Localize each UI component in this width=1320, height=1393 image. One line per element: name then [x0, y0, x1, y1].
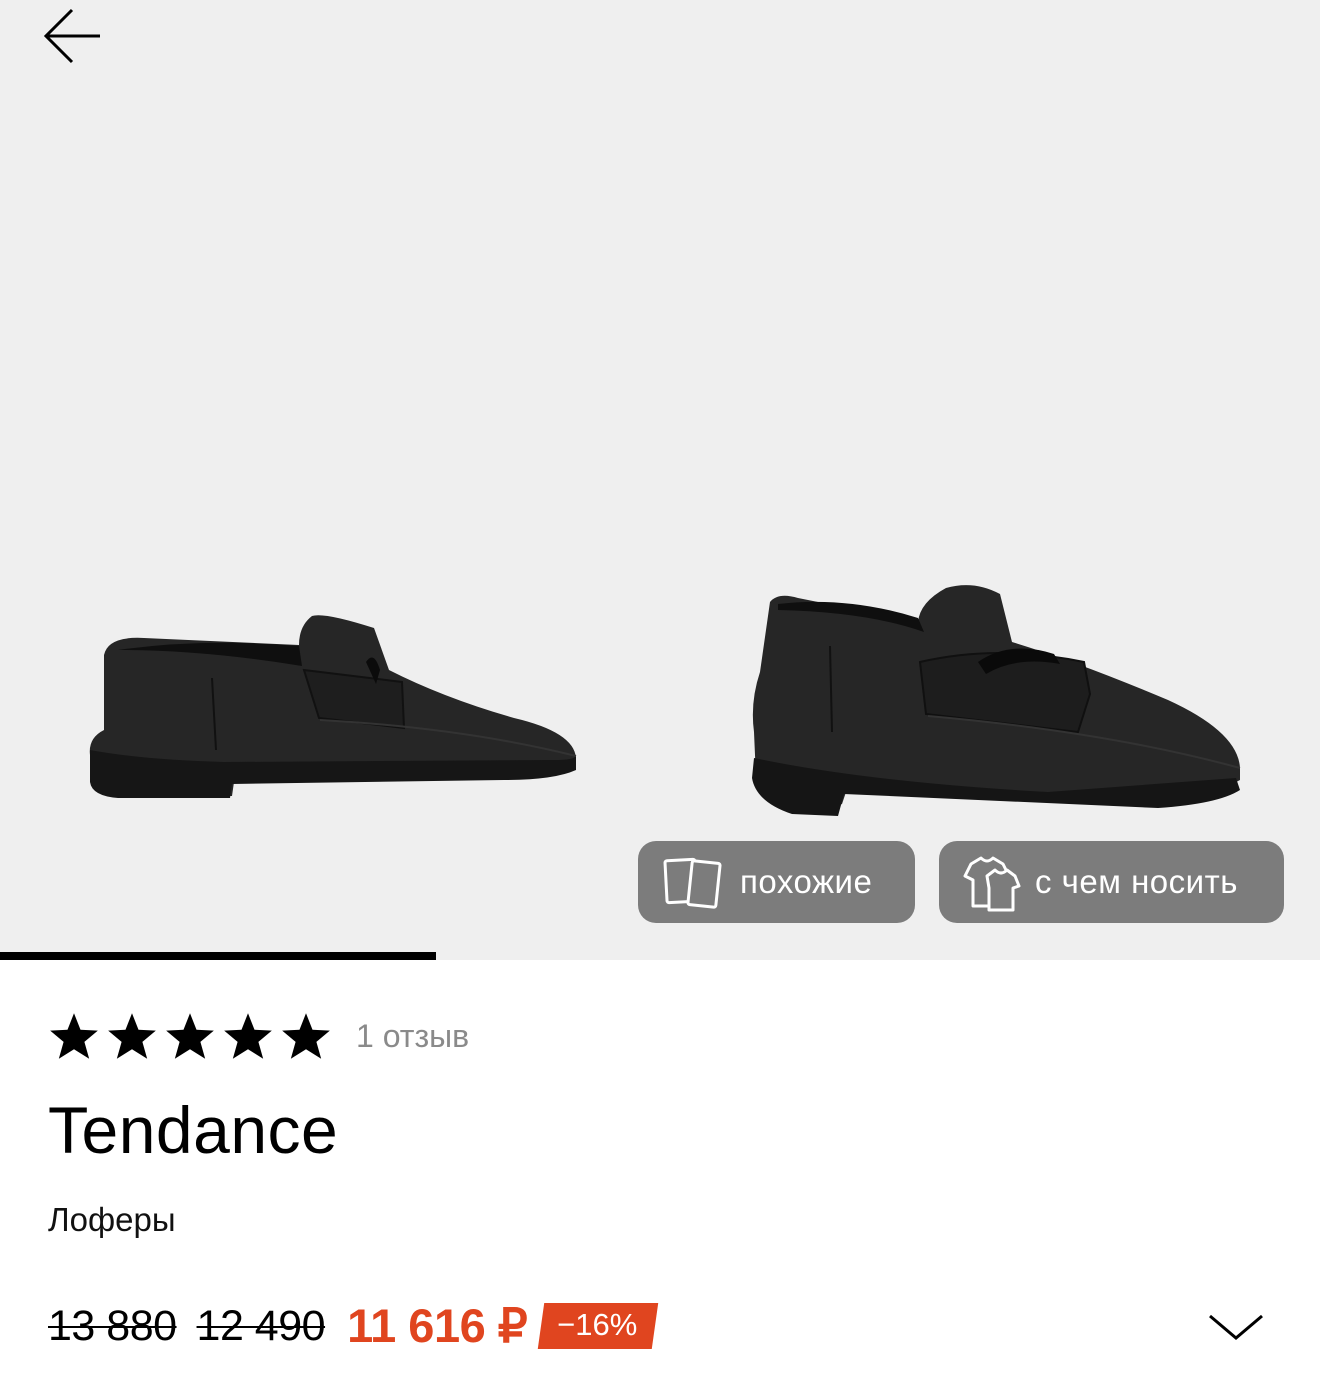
expand-details-button[interactable] [1200, 1300, 1272, 1352]
star-icon [166, 1013, 214, 1059]
star-icon [108, 1013, 156, 1059]
old-price-2: 12 490 [196, 1301, 326, 1350]
discount-badge: −16% [537, 1303, 659, 1349]
rating-row[interactable]: 1 отзыв [48, 1008, 469, 1064]
star-icon [50, 1013, 98, 1059]
old-price-1: 13 880 [48, 1301, 177, 1350]
product-image-angle [752, 585, 1241, 816]
arrow-left-icon [43, 8, 100, 64]
back-button[interactable] [36, 4, 108, 68]
gallery-progress [0, 952, 1320, 960]
rating-stars [48, 1011, 332, 1061]
outfit-label: с чем носить [1035, 863, 1238, 900]
price-row: 13 880 12 490 11 616 ₽ −16% [48, 1296, 659, 1356]
star-icon [282, 1013, 330, 1059]
discount-label: −16% [557, 1307, 638, 1342]
chevron-down-icon [1209, 1314, 1263, 1340]
brand-name[interactable]: Tendance [48, 1092, 338, 1168]
product-image-side [89, 615, 577, 798]
outfit-button[interactable]: с чем носить [939, 841, 1284, 923]
outfit-clothes-icon [957, 852, 1023, 912]
gallery-progress-fill [0, 952, 436, 960]
star-icon [224, 1013, 272, 1059]
product-gallery[interactable]: похожие с чем носить [0, 0, 1320, 960]
similar-button[interactable]: похожие [638, 841, 915, 923]
product-category: Лоферы [48, 1201, 176, 1238]
similar-label: похожие [740, 863, 873, 900]
similar-cards-icon [662, 852, 724, 912]
reviews-link[interactable]: 1 отзыв [356, 1018, 469, 1055]
current-price: 11 616 ₽ [347, 1299, 528, 1352]
